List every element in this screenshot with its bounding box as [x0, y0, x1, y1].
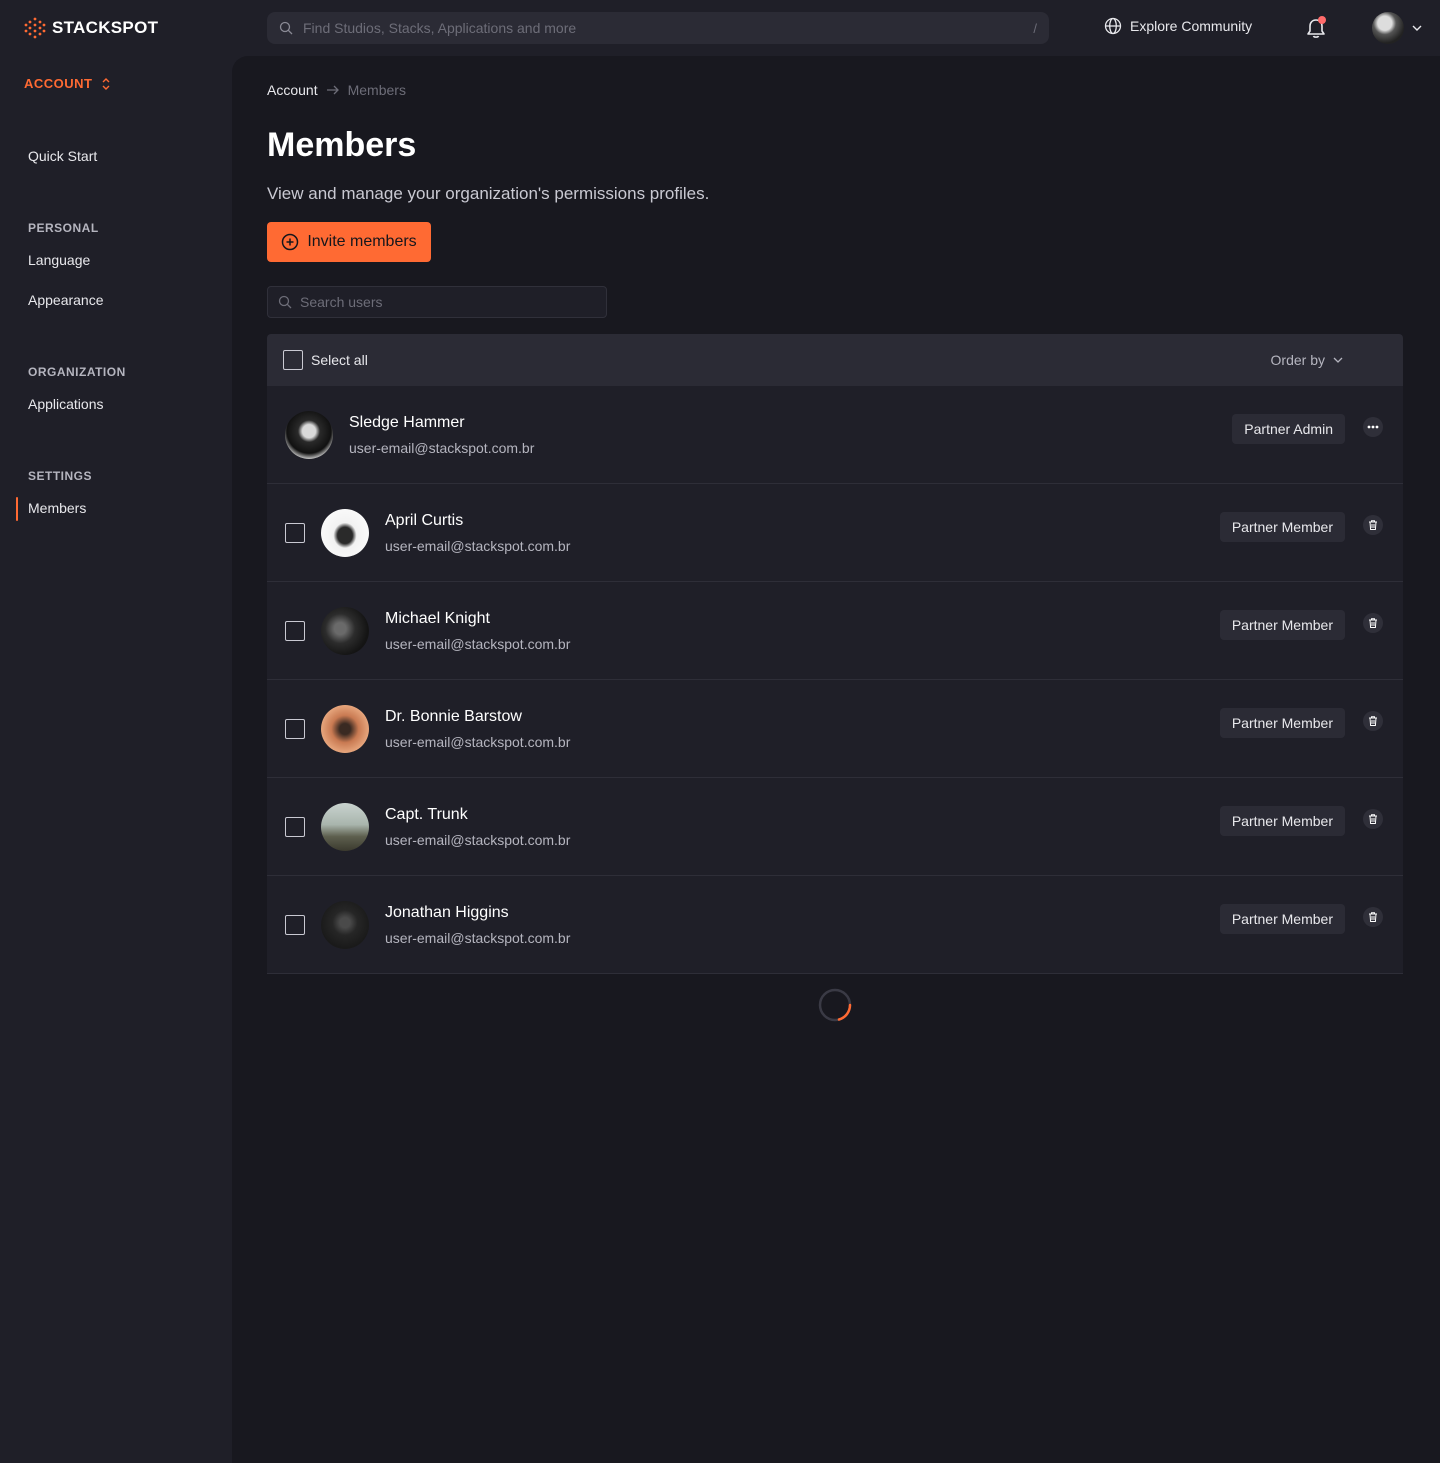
row-checkbox[interactable] — [285, 620, 305, 641]
trash-icon — [1369, 716, 1377, 726]
explore-community-label: Explore Community — [1130, 18, 1253, 34]
member-email: user-email@stackspot.com.br — [385, 929, 571, 946]
member-name: Jonathan Higgins — [385, 903, 509, 921]
avatar — [321, 802, 369, 851]
role-badge[interactable]: Partner Member — [1219, 904, 1345, 934]
stackspot-logo-icon — [24, 17, 46, 39]
invite-members-label: Invite members — [307, 233, 417, 250]
page-description: View and manage your organization's perm… — [267, 184, 710, 203]
select-all-label: Select all — [311, 352, 368, 368]
breadcrumb: Account Members — [267, 82, 406, 98]
sidebar-item-language[interactable]: Language — [28, 252, 90, 268]
more-options-button[interactable] — [1363, 417, 1383, 437]
delete-member-button[interactable] — [1363, 613, 1383, 633]
invite-members-button[interactable]: Invite members — [267, 222, 431, 262]
member-email: user-email@stackspot.com.br — [385, 635, 571, 652]
delete-member-button[interactable] — [1363, 809, 1383, 829]
avatar — [321, 900, 369, 949]
breadcrumb-account[interactable]: Account — [267, 82, 318, 98]
avatar — [285, 410, 333, 459]
order-by-label: Order by — [1270, 352, 1325, 368]
search-shortcut-hint: / — [1033, 20, 1037, 36]
search-users-input[interactable] — [300, 294, 596, 310]
trash-icon — [1369, 618, 1377, 628]
sidebar: ACCOUNT Quick Start PERSONAL Language Ap… — [0, 56, 232, 1463]
table-row: Capt. Trunk user-email@stackspot.com.br … — [267, 778, 1403, 876]
role-badge[interactable]: Partner Admin — [1232, 414, 1345, 444]
loading-spinner-icon — [818, 988, 852, 1022]
main-content: Account Members Members View and manage … — [232, 56, 1440, 1463]
account-switcher-label: ACCOUNT — [24, 76, 93, 91]
table-row: Michael Knight user-email@stackspot.com.… — [267, 582, 1403, 680]
explore-community-link[interactable]: Explore Community — [1104, 17, 1252, 35]
search-icon — [279, 21, 293, 35]
globe-icon — [1104, 17, 1122, 35]
sidebar-heading-personal: PERSONAL — [28, 221, 99, 235]
member-name: Dr. Bonnie Barstow — [385, 707, 522, 725]
table-header: Select all Order by — [267, 334, 1403, 386]
row-checkbox[interactable] — [285, 914, 305, 935]
page-title: Members — [267, 126, 417, 164]
table-row: Jonathan Higgins user-email@stackspot.co… — [267, 876, 1403, 974]
row-checkbox[interactable] — [285, 816, 305, 837]
avatar — [321, 508, 369, 557]
member-name: Capt. Trunk — [385, 805, 468, 823]
top-bar: STACKSPOT Find Studios, Stacks, Applicat… — [0, 0, 1440, 56]
member-name: April Curtis — [385, 511, 464, 529]
table-row: Sledge Hammer user-email@stackspot.com.b… — [267, 386, 1403, 484]
trash-icon — [1369, 912, 1377, 922]
role-badge[interactable]: Partner Member — [1219, 806, 1345, 836]
notification-badge — [1318, 16, 1326, 24]
row-checkbox[interactable] — [285, 718, 305, 739]
user-menu[interactable] — [1372, 12, 1422, 44]
more-icon — [1367, 425, 1379, 429]
order-by-dropdown[interactable]: Order by — [1271, 352, 1343, 368]
role-badge[interactable]: Partner Member — [1219, 512, 1345, 542]
member-email: user-email@stackspot.com.br — [385, 733, 571, 750]
members-table: Select all Order by Sledge Hammer user-e… — [267, 334, 1403, 974]
trash-icon — [1369, 520, 1377, 530]
sidebar-item-applications[interactable]: Applications — [28, 396, 104, 412]
sidebar-heading-organization: ORGANIZATION — [28, 365, 126, 379]
avatar — [321, 606, 369, 655]
delete-member-button[interactable] — [1363, 711, 1383, 731]
delete-member-button[interactable] — [1363, 515, 1383, 535]
global-search-input[interactable]: Find Studios, Stacks, Applications and m… — [267, 12, 1049, 44]
select-all-checkbox[interactable] — [283, 350, 303, 370]
member-name: Sledge Hammer — [349, 413, 465, 431]
sidebar-item-members[interactable]: Members — [28, 500, 86, 516]
sidebar-item-quick-start[interactable]: Quick Start — [28, 148, 97, 164]
arrow-right-icon — [326, 85, 339, 95]
brand-name: STACKSPOT — [52, 18, 159, 37]
member-email: user-email@stackspot.com.br — [349, 439, 535, 456]
search-users-field[interactable] — [267, 286, 607, 318]
sidebar-item-appearance[interactable]: Appearance — [28, 292, 104, 308]
trash-icon — [1369, 814, 1377, 824]
member-email: user-email@stackspot.com.br — [385, 537, 571, 554]
role-badge[interactable]: Partner Member — [1219, 708, 1345, 738]
member-name: Michael Knight — [385, 609, 490, 627]
table-row: April Curtis user-email@stackspot.com.br… — [267, 484, 1403, 582]
notifications-button[interactable] — [1305, 16, 1327, 40]
sidebar-heading-settings: SETTINGS — [28, 469, 93, 483]
avatar — [321, 704, 369, 753]
member-email: user-email@stackspot.com.br — [385, 831, 571, 848]
chevron-down-icon — [1412, 25, 1422, 31]
breadcrumb-members: Members — [347, 82, 406, 98]
role-badge[interactable]: Partner Member — [1219, 610, 1345, 640]
delete-member-button[interactable] — [1363, 907, 1383, 927]
sidebar-active-indicator — [16, 497, 18, 521]
avatar — [1372, 12, 1404, 44]
row-checkbox[interactable] — [285, 522, 305, 543]
stackspot-logo[interactable]: STACKSPOT — [24, 16, 158, 40]
chevron-up-down-icon — [102, 77, 109, 90]
search-icon — [278, 295, 292, 309]
global-search-placeholder: Find Studios, Stacks, Applications and m… — [303, 20, 577, 36]
account-switcher[interactable]: ACCOUNT — [24, 76, 111, 91]
chevron-down-icon — [1333, 357, 1343, 363]
plus-circle-icon — [282, 233, 299, 251]
table-row: Dr. Bonnie Barstow user-email@stackspot.… — [267, 680, 1403, 778]
